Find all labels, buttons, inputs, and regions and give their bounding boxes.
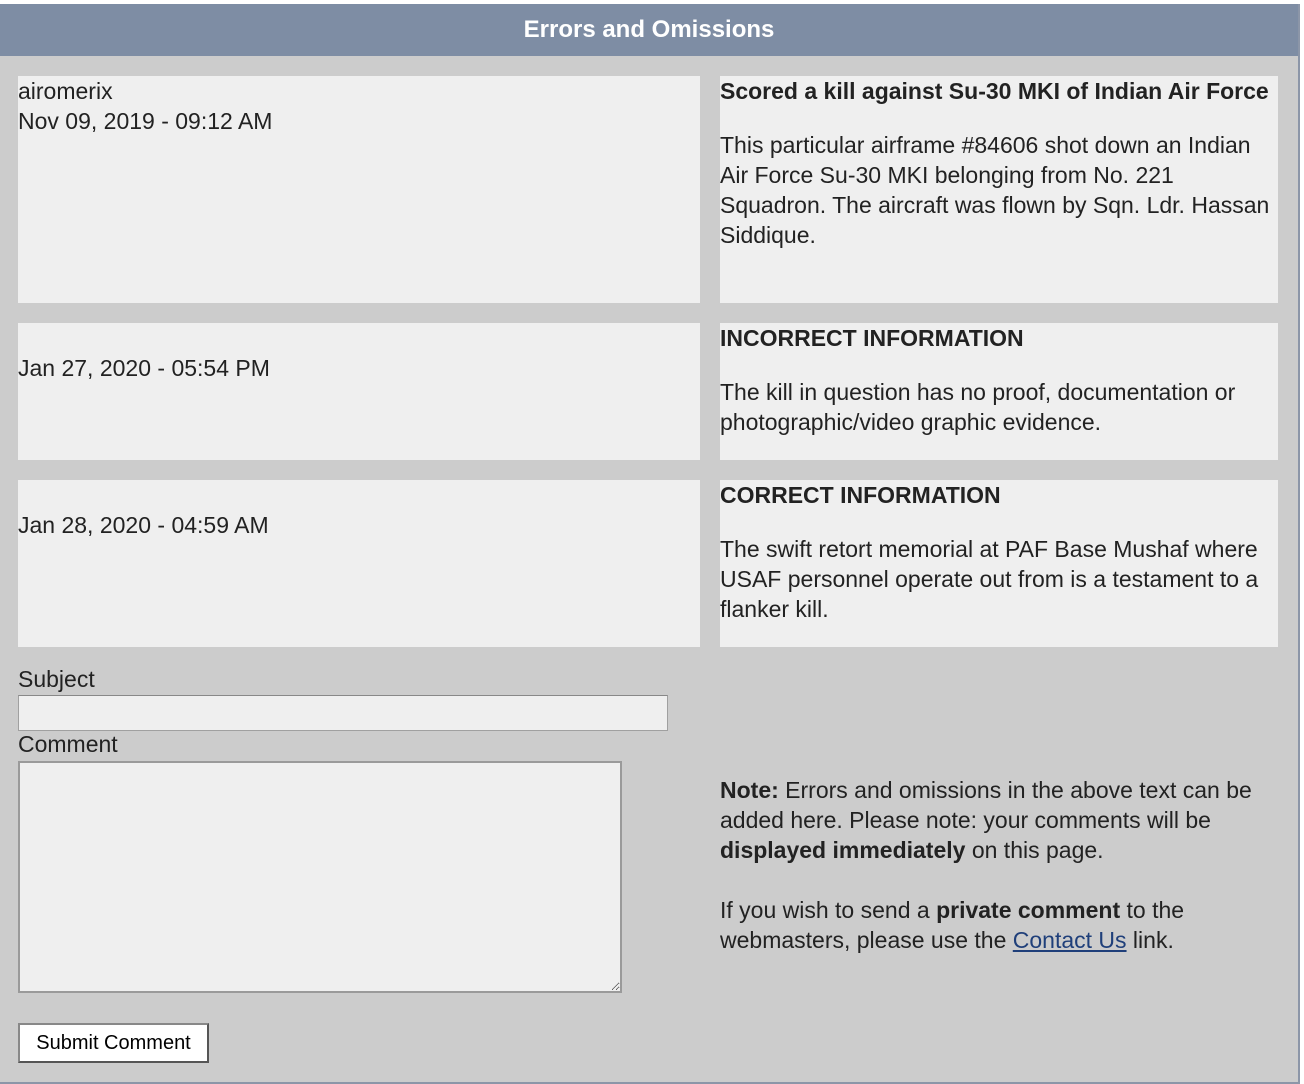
entry-content: INCORRECT INFORMATION The kill in questi… [720, 323, 1278, 460]
panel-title: Errors and Omissions [523, 16, 775, 43]
entry-subject: Scored a kill against Su-30 MKI of India… [720, 78, 1269, 104]
entry-author: airomerix [18, 78, 113, 104]
entry-content: CORRECT INFORMATION The swift retort mem… [720, 480, 1278, 647]
subject-label: Subject [18, 666, 95, 692]
entry-meta: airomerix Nov 09, 2019 - 09:12 AM [18, 76, 700, 303]
entry-subject: CORRECT INFORMATION [720, 482, 1001, 508]
note-text: Note: Errors and omissions in the above … [720, 777, 1252, 953]
submit-comment-button[interactable]: Submit Comment [18, 1023, 209, 1063]
note-label: Note: [720, 777, 779, 803]
errors-omissions-panel: Errors and Omissions airomerix Nov 09, 2… [0, 4, 1300, 1084]
entry-date: Jan 28, 2020 - 04:59 AM [18, 512, 269, 538]
entry-subject: INCORRECT INFORMATION [720, 325, 1024, 351]
entry-author [18, 323, 700, 353]
entry-body: The kill in question has no proof, docum… [720, 379, 1236, 435]
subject-input[interactable] [18, 695, 668, 731]
entry-content: Scored a kill against Su-30 MKI of India… [720, 76, 1278, 303]
entry-author [18, 480, 700, 510]
entry-body: The swift retort memorial at PAF Base Mu… [720, 536, 1259, 622]
comment-label: Comment [18, 731, 118, 757]
comment-textarea[interactable] [18, 761, 622, 993]
entry-body: This particular airframe #84606 shot dow… [720, 132, 1270, 248]
entry-meta: Jan 27, 2020 - 05:54 PM [18, 323, 700, 460]
entry-meta: Jan 28, 2020 - 04:59 AM [18, 480, 700, 647]
panel-header: Errors and Omissions [0, 4, 1298, 56]
entry-date: Nov 09, 2019 - 09:12 AM [18, 108, 273, 134]
entry-date: Jan 27, 2020 - 05:54 PM [18, 355, 270, 381]
contact-us-link[interactable]: Contact Us [1013, 927, 1127, 953]
